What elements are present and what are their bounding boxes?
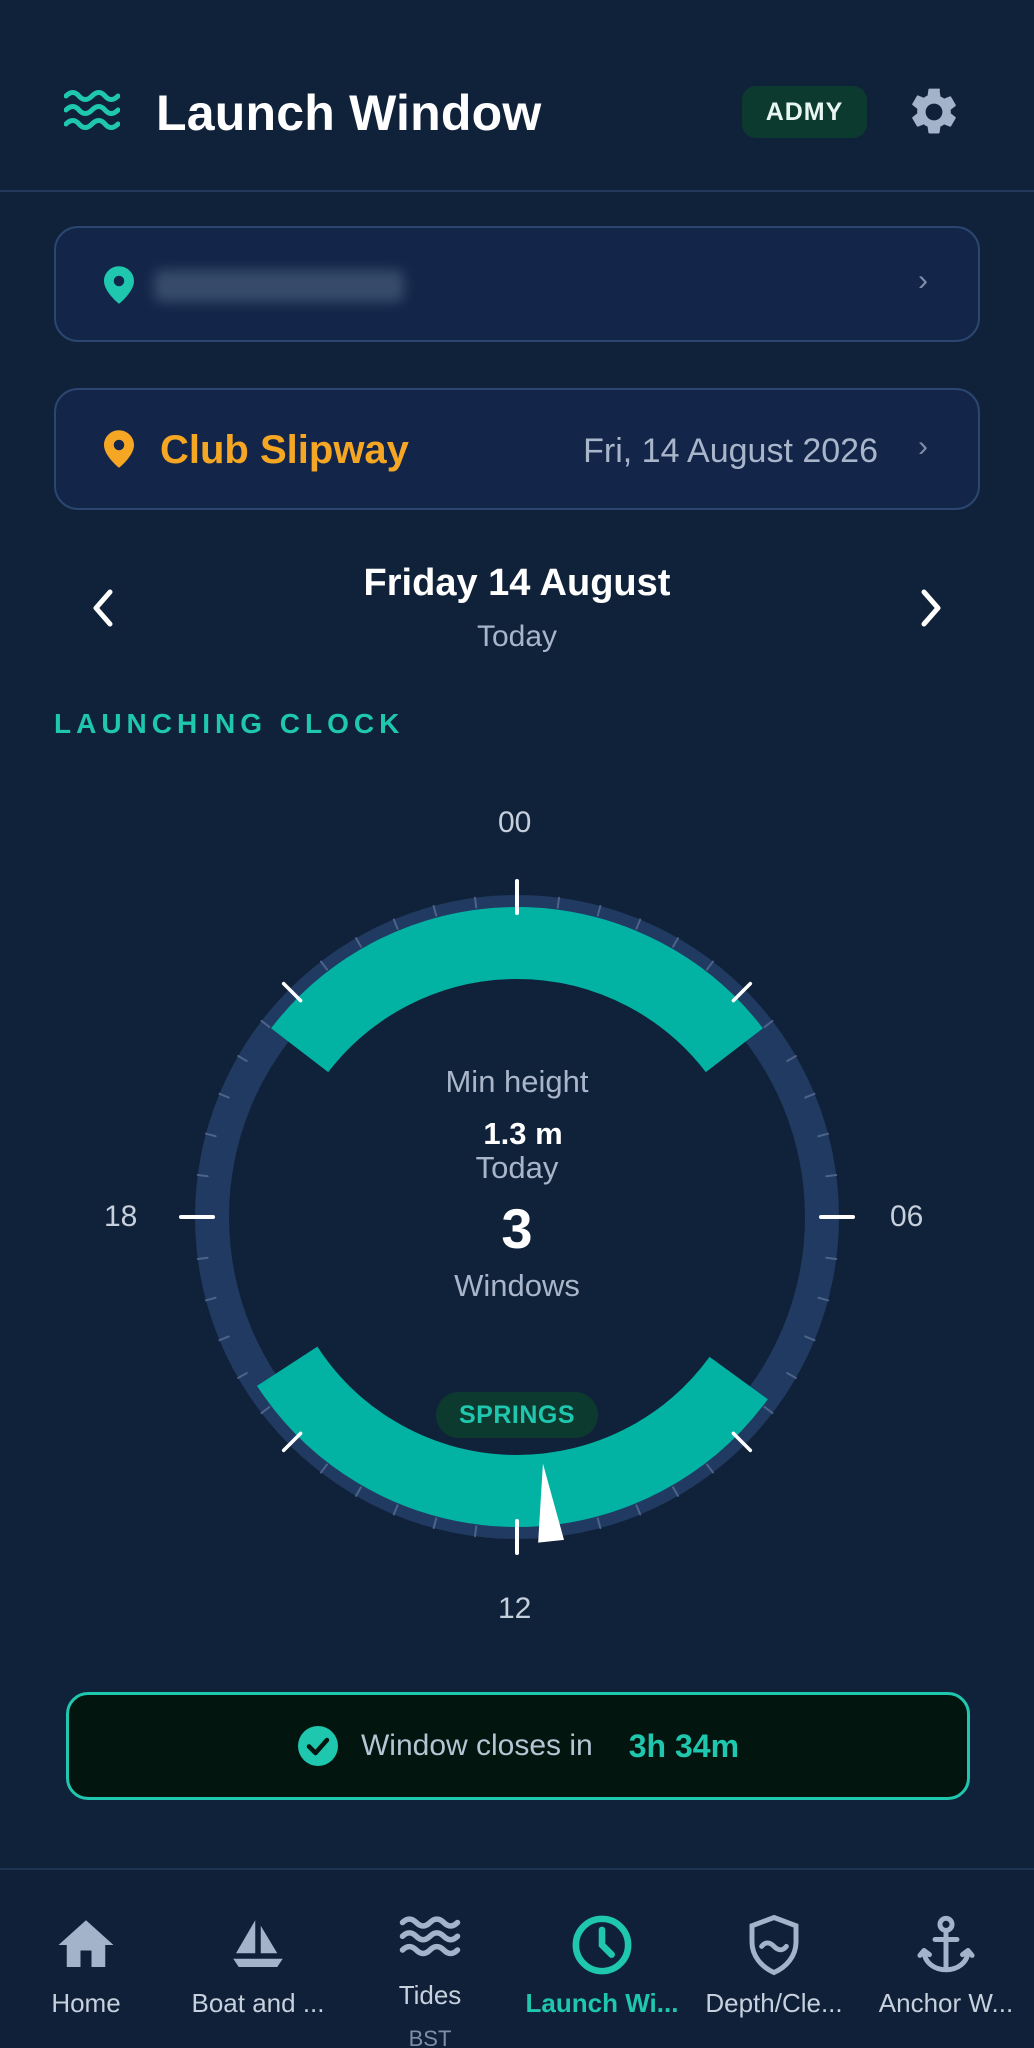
- nav-label: Home: [51, 1988, 121, 2018]
- harbour-selector[interactable]: ›: [54, 226, 980, 342]
- app-root: Launch Window ADMY › Club Slipway Fri, 1…: [0, 0, 1034, 2048]
- waves-icon: [64, 90, 120, 130]
- clock-tick: [473, 896, 478, 909]
- home-icon: [58, 1920, 114, 1967]
- nav-label: Boat and ...: [191, 1988, 325, 2018]
- location-pin-icon: [104, 266, 134, 304]
- day-title: Friday 14 August: [363, 562, 671, 604]
- gear-icon[interactable]: [906, 84, 962, 140]
- nav-home[interactable]: Home: [0, 1870, 172, 2048]
- hour-label-12: 12: [498, 1592, 532, 1625]
- nav-depth[interactable]: Depth/Cle...: [688, 1870, 860, 2048]
- window-status-text: Window closes in: [360, 1729, 593, 1762]
- nav-label: Launch Wi...: [525, 1988, 679, 2018]
- nav-label: Tides: [398, 1980, 462, 2010]
- slipway-name: Club Slipway: [160, 428, 409, 472]
- day-subtitle: Today: [476, 620, 558, 653]
- selected-date: Fri, 14 August 2026: [583, 432, 878, 470]
- page-title: Launch Window: [156, 85, 542, 141]
- window-count: 3: [501, 1197, 533, 1260]
- min-height-label: Min height: [445, 1064, 589, 1099]
- sailboat-icon: [233, 1920, 283, 1967]
- window-count-label: Windows: [454, 1268, 580, 1303]
- hour-label-00: 00: [498, 806, 532, 839]
- clock-icon: [572, 1915, 632, 1975]
- chevron-right-icon: ›: [918, 264, 928, 297]
- window-status-banner: Window closes in 3h 34m: [66, 1692, 970, 1800]
- nav-sublabel: BST: [408, 2026, 452, 2048]
- app-header: Launch Window ADMY: [0, 0, 1034, 192]
- check-circle-icon: [297, 1726, 338, 1766]
- clock-tick: [473, 1525, 478, 1538]
- tides-icon: [399, 1916, 461, 1957]
- bottom-nav: Home Boat and ... Tides BST Launch Wi...: [0, 1868, 1034, 2048]
- chevron-right-icon: ›: [918, 430, 928, 463]
- next-day-button[interactable]: [906, 580, 954, 636]
- section-label: LAUNCHING CLOCK: [54, 708, 405, 739]
- clock-day-label: Today: [475, 1150, 559, 1185]
- tide-type-badge: SPRINGS: [436, 1392, 598, 1438]
- nav-tides[interactable]: Tides BST: [344, 1870, 516, 2048]
- min-height-value: 1.3 m: [483, 1116, 563, 1151]
- nav-label: Depth/Cle...: [705, 1988, 843, 2018]
- nav-boat[interactable]: Boat and ...: [172, 1870, 344, 2048]
- slipway-date-selector[interactable]: Club Slipway Fri, 14 August 2026 ›: [54, 388, 980, 510]
- nav-label: Anchor W...: [878, 1988, 1014, 2018]
- window-status-time: 3h 34m: [628, 1727, 740, 1764]
- clock-tick: [556, 896, 561, 909]
- anchor-icon: [917, 1915, 975, 1973]
- nav-anchor[interactable]: Anchor W...: [860, 1870, 1032, 2048]
- depth-shield-icon: [749, 1914, 799, 1976]
- source-badge[interactable]: ADMY: [742, 86, 867, 138]
- nav-launch-window[interactable]: Launch Wi...: [516, 1870, 688, 2048]
- harbour-name-redacted: [154, 270, 404, 302]
- location-pin-icon: [104, 430, 134, 468]
